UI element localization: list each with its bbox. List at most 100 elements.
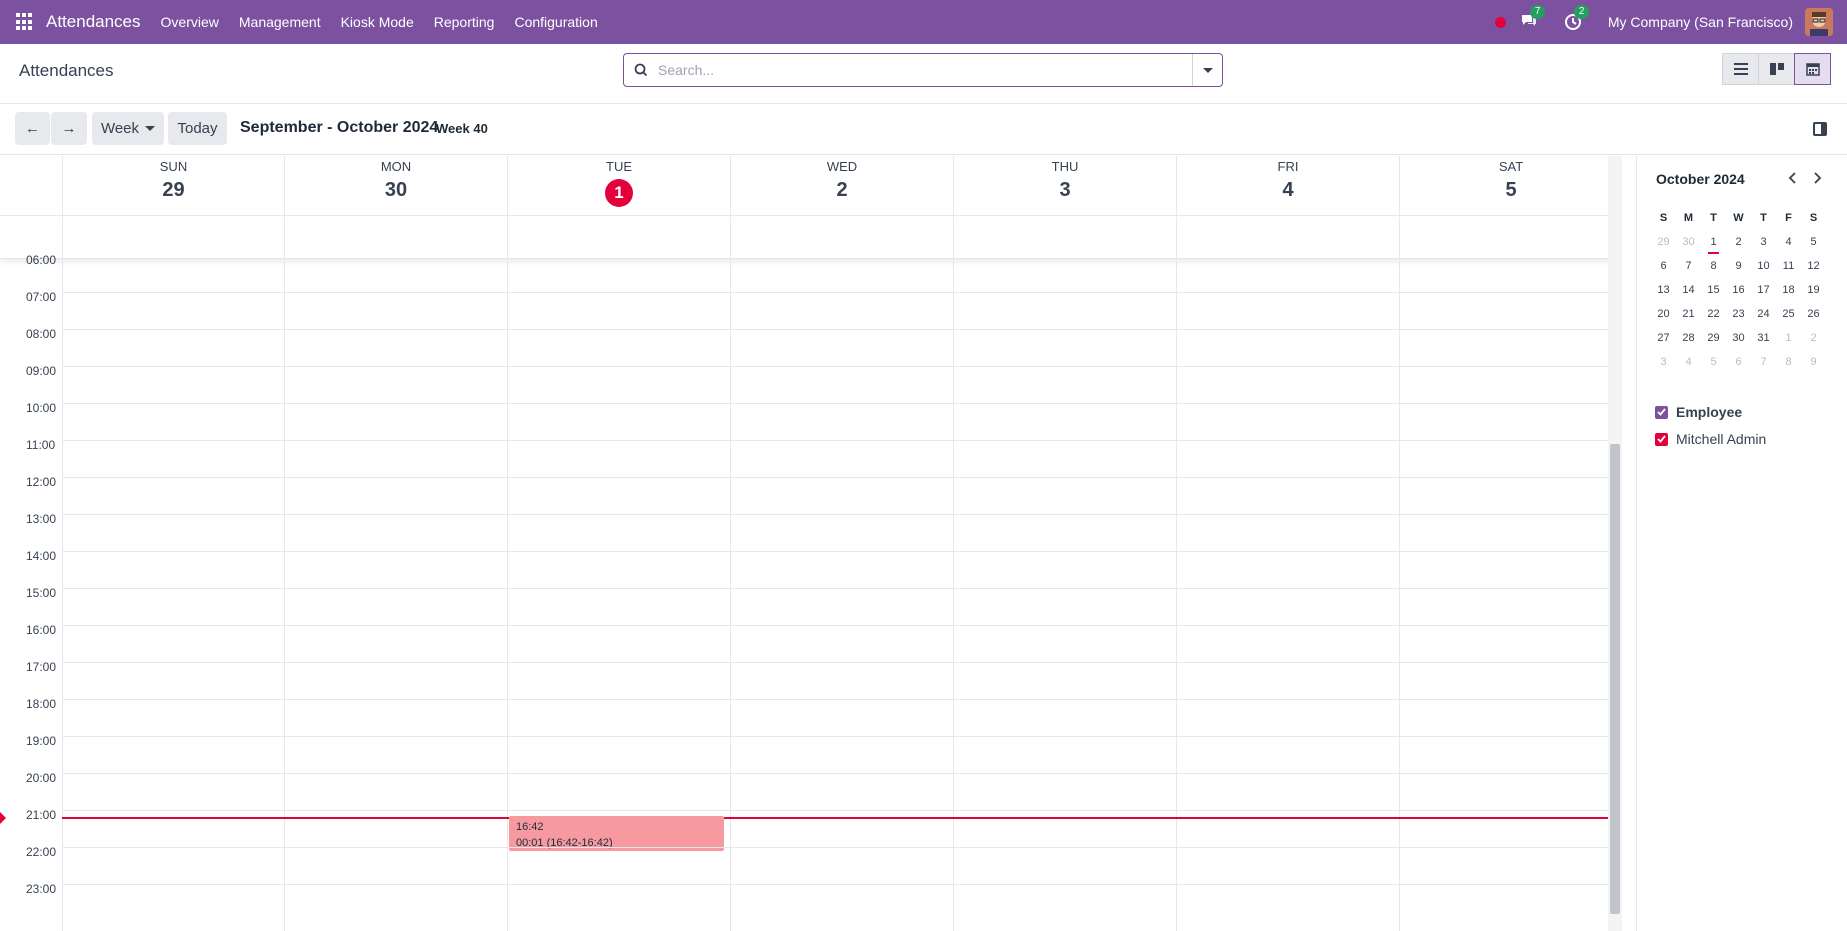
mini-calendar-day[interactable]: 4 — [1776, 230, 1801, 254]
mini-calendar-day[interactable]: 10 — [1751, 254, 1776, 278]
filter-item-mitchell-admin[interactable]: Mitchell Admin — [1655, 431, 1766, 447]
day-header-mon[interactable]: MON 30 — [284, 156, 507, 216]
mini-calendar-day[interactable]: 25 — [1776, 302, 1801, 326]
messages-button[interactable]: 7 — [1520, 5, 1546, 31]
today-button[interactable]: Today — [168, 112, 227, 145]
hour-line — [62, 292, 1616, 293]
mini-calendar-day[interactable]: 15 — [1701, 278, 1726, 302]
mini-calendar-day[interactable]: 29 — [1651, 230, 1676, 254]
mini-calendar-day[interactable]: 14 — [1676, 278, 1701, 302]
mini-calendar-day[interactable]: 12 — [1801, 254, 1826, 278]
day-number: 30 — [384, 179, 408, 201]
mini-prev-month-button[interactable] — [1785, 170, 1801, 186]
menu-configuration[interactable]: Configuration — [514, 14, 597, 30]
all-day-cell[interactable] — [730, 217, 953, 259]
next-button[interactable]: → — [51, 112, 87, 145]
checkbox-checked-icon[interactable] — [1655, 405, 1668, 419]
day-header-thu[interactable]: THU 3 — [953, 156, 1176, 216]
mini-calendar-day[interactable]: 30 — [1676, 230, 1701, 254]
day-name: WED — [826, 159, 858, 174]
all-day-cell[interactable] — [284, 217, 507, 259]
mini-calendar-day[interactable]: 26 — [1801, 302, 1826, 326]
mini-calendar-day[interactable]: 3 — [1751, 230, 1776, 254]
all-day-cell[interactable] — [1176, 217, 1399, 259]
scrollbar-thumb[interactable] — [1610, 444, 1620, 914]
mini-calendar-day[interactable]: 9 — [1726, 254, 1751, 278]
day-header-fri[interactable]: FRI 4 — [1176, 156, 1399, 216]
mini-calendar-day[interactable]: 22 — [1701, 302, 1726, 326]
menu-overview[interactable]: Overview — [161, 14, 219, 30]
mini-calendar-day[interactable]: 27 — [1651, 326, 1676, 350]
recording-indicator-icon[interactable] — [1494, 16, 1506, 28]
attendance-event[interactable]: 16:42 00:01 (16:42-16:42) — [509, 816, 724, 851]
mini-calendar-day[interactable]: 19 — [1801, 278, 1826, 302]
menu-reporting[interactable]: Reporting — [434, 14, 495, 30]
hour-line — [62, 440, 1616, 441]
mini-calendar-day[interactable]: 24 — [1751, 302, 1776, 326]
mini-calendar-day[interactable]: 6 — [1726, 350, 1751, 374]
calendar-toolbar: ← → Week Today September - October 2024 … — [0, 105, 1847, 155]
menu-management[interactable]: Management — [239, 14, 321, 30]
mini-calendar-day[interactable]: 28 — [1676, 326, 1701, 350]
hour-line — [62, 329, 1616, 330]
mini-calendar-day[interactable]: 6 — [1651, 254, 1676, 278]
all-day-cell[interactable] — [507, 217, 730, 259]
mini-calendar-day[interactable]: 2 — [1726, 230, 1751, 254]
event-detail: 00:01 (16:42-16:42) — [516, 837, 613, 849]
day-header-sun[interactable]: SUN 29 — [62, 156, 284, 216]
mini-calendar-day[interactable]: 7 — [1751, 350, 1776, 374]
mini-calendar-day[interactable]: 21 — [1676, 302, 1701, 326]
company-switcher[interactable]: My Company (San Francisco) — [1608, 14, 1793, 30]
time-grid[interactable]: 16:42 00:01 (16:42-16:42) 06:00 07:00 08:0… — [0, 253, 1622, 931]
mini-calendar-day[interactable]: 1 — [1701, 230, 1726, 254]
all-day-cell[interactable] — [62, 217, 284, 259]
hour-line — [62, 625, 1616, 626]
user-avatar[interactable] — [1805, 8, 1833, 36]
app-brand[interactable]: Attendances — [46, 12, 141, 32]
apps-menu-icon[interactable] — [16, 13, 34, 31]
filter-group-employee[interactable]: Employee — [1655, 404, 1742, 420]
mini-calendar-day[interactable]: 8 — [1776, 350, 1801, 374]
mini-calendar-day[interactable]: 9 — [1801, 350, 1826, 374]
mini-calendar-day[interactable]: 2 — [1801, 326, 1826, 350]
menu-kiosk-mode[interactable]: Kiosk Mode — [341, 14, 414, 30]
mini-calendar-day[interactable]: 5 — [1701, 350, 1726, 374]
mini-calendar-day[interactable]: 31 — [1751, 326, 1776, 350]
mini-calendar-day[interactable]: 20 — [1651, 302, 1676, 326]
chevron-right-icon — [1814, 172, 1822, 184]
sidepanel-toggle-icon[interactable] — [1813, 122, 1827, 136]
day-divider — [1176, 260, 1177, 931]
search-options-toggle[interactable] — [1192, 54, 1222, 86]
mini-calendar-day[interactable]: 23 — [1726, 302, 1751, 326]
list-view-button[interactable] — [1722, 53, 1759, 85]
hour-label: 13:00 — [26, 512, 57, 526]
kanban-view-button[interactable] — [1758, 53, 1795, 85]
mini-calendar-day[interactable]: 16 — [1726, 278, 1751, 302]
all-day-cell[interactable] — [953, 217, 1176, 259]
mini-calendar-day[interactable]: 5 — [1801, 230, 1826, 254]
day-header-sat[interactable]: SAT 5 — [1399, 156, 1622, 216]
day-header-tue[interactable]: TUE 1 — [507, 156, 730, 216]
mini-calendar-day[interactable]: 7 — [1676, 254, 1701, 278]
checkbox-checked-icon[interactable] — [1655, 432, 1668, 446]
mini-calendar-day[interactable]: 3 — [1651, 350, 1676, 374]
all-day-cell[interactable] — [1399, 217, 1622, 259]
mini-calendar-day[interactable]: 13 — [1651, 278, 1676, 302]
mini-next-month-button[interactable] — [1809, 170, 1825, 186]
mini-calendar-day[interactable]: 4 — [1676, 350, 1701, 374]
mini-calendar-day[interactable]: 30 — [1726, 326, 1751, 350]
previous-button[interactable]: ← — [15, 112, 50, 145]
mini-calendar-day[interactable]: 11 — [1776, 254, 1801, 278]
search-input[interactable] — [658, 55, 1192, 85]
hour-label: 17:00 — [26, 660, 57, 674]
scale-dropdown[interactable]: Week — [92, 112, 164, 145]
activities-button[interactable]: 2 — [1564, 5, 1590, 31]
mini-calendar-day[interactable]: 8 — [1701, 254, 1726, 278]
mini-calendar-day[interactable]: 18 — [1776, 278, 1801, 302]
mini-calendar-day[interactable]: 29 — [1701, 326, 1726, 350]
calendar-scrollbar[interactable] — [1608, 156, 1622, 931]
day-header-wed[interactable]: WED 2 — [730, 156, 953, 216]
calendar-view-button[interactable] — [1794, 53, 1831, 85]
mini-calendar-day[interactable]: 17 — [1751, 278, 1776, 302]
mini-calendar-day[interactable]: 1 — [1776, 326, 1801, 350]
